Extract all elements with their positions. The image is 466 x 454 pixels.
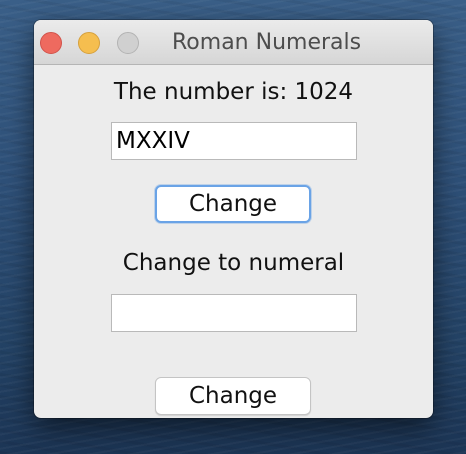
change-to-number-button[interactable]: Change — [155, 185, 311, 223]
minimize-icon[interactable] — [78, 32, 100, 54]
change-to-numeral-label: Change to numeral — [122, 250, 345, 276]
number-input[interactable] — [111, 294, 357, 332]
window-content: The number is: 1024 Change Change to num… — [34, 65, 433, 418]
close-icon[interactable] — [40, 32, 62, 54]
number-label: The number is: 1024 — [113, 79, 354, 105]
title-bar[interactable]: Roman Numerals — [34, 20, 433, 65]
window-title: Roman Numerals — [172, 30, 362, 55]
change-to-numeral-button[interactable]: Change — [155, 377, 311, 415]
roman-numeral-input[interactable] — [111, 122, 357, 160]
roman-numerals-window: Roman Numerals The number is: 1024 Chang… — [34, 20, 433, 418]
zoom-icon[interactable] — [117, 32, 139, 54]
